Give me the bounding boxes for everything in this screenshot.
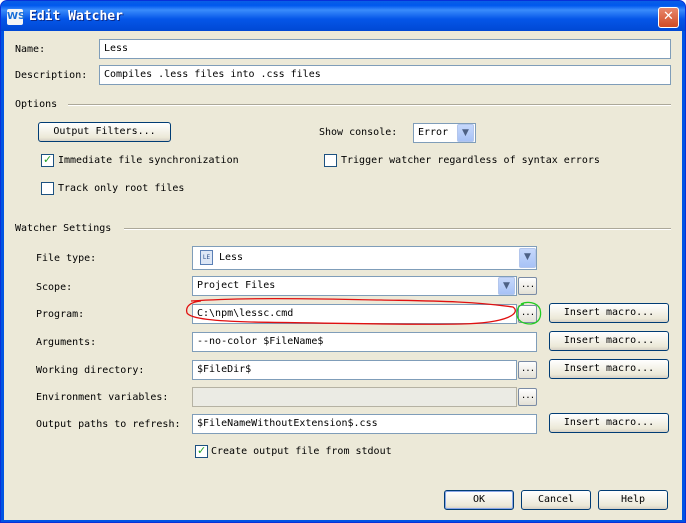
- edit-watcher-dialog: WS Edit Watcher ✕ Name: Less Description…: [0, 0, 686, 523]
- green-highlight-scribble: [516, 301, 542, 325]
- red-highlight-scribble: [185, 297, 516, 325]
- annotation-overlay: [185, 297, 542, 325]
